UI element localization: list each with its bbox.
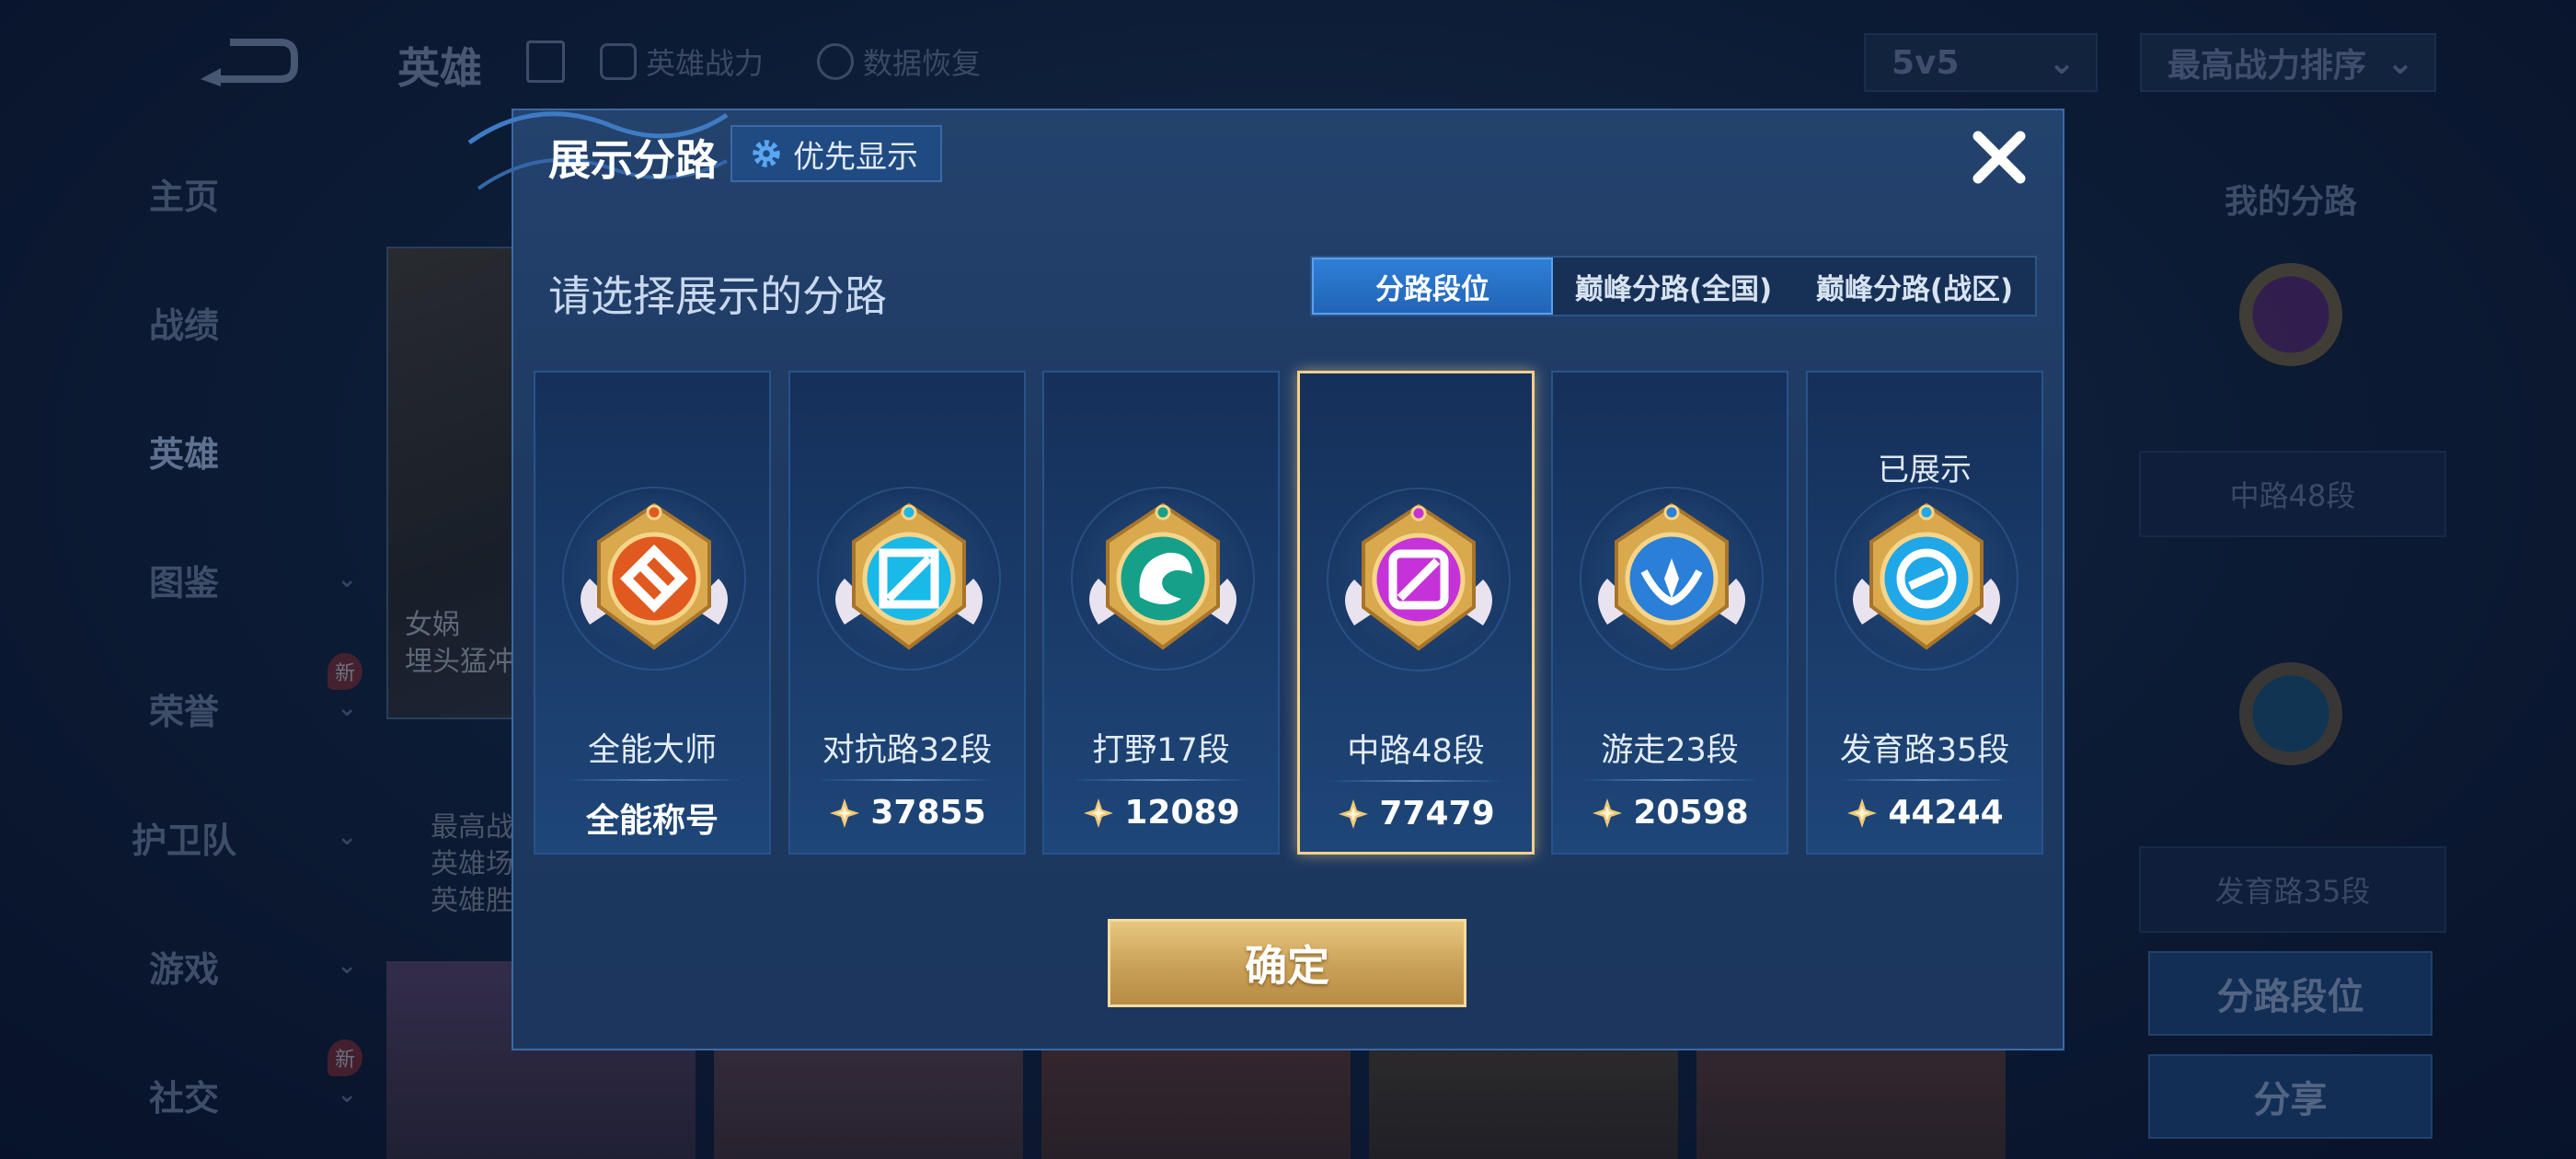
dialog-subtitle: 请选择展示的分路 (548, 271, 887, 321)
divider (1328, 780, 1504, 782)
lane-tabs: 分路段位 巅峰分路(全国) 巅峰分路(战区) (1310, 256, 2037, 316)
lane-card-list: 全能大师 全能称号 对抗路32段 37855 打野17段 12089 中路48段 77479 游… (534, 371, 2043, 855)
lane-score-value: 全能称号 (585, 802, 719, 840)
power-star-icon (1847, 798, 1878, 828)
lane-card-clash[interactable]: 对抗路32段 37855 (788, 371, 1026, 855)
lane-card-farm[interactable]: 已展示发育路35段 44244 (1806, 371, 2043, 855)
tab-lane-rank[interactable]: 分路段位 (1312, 258, 1553, 315)
lane-name: 游走23段 (1601, 732, 1739, 769)
lane-score: 20598 (1553, 794, 1787, 832)
lane-score: 37855 (790, 794, 1024, 832)
close-icon (1972, 131, 2026, 184)
lane-card-allround[interactable]: 全能大师 全能称号 (534, 371, 771, 855)
lane-name: 中路48段 (1347, 733, 1485, 770)
lane-name: 对抗路32段 (822, 732, 993, 769)
farm-medal-icon (1853, 502, 2000, 650)
divider (1581, 779, 1759, 781)
power-star-icon (1593, 798, 1623, 828)
tab-peak-national[interactable]: 巅峰分路(全国) (1553, 258, 1794, 315)
shown-label: 已展示 (1878, 452, 1972, 488)
lane-score-value: 20598 (1633, 794, 1749, 832)
power-star-icon (830, 798, 860, 828)
close-button[interactable] (1965, 123, 2033, 191)
mid-medal-icon (1345, 503, 1492, 651)
power-star-icon (1339, 798, 1369, 829)
lane-card-mid[interactable]: 中路48段 77479 (1297, 371, 1535, 855)
lane-score-value: 12089 (1124, 794, 1240, 832)
lane-card-roam[interactable]: 游走23段 20598 (1551, 371, 1788, 855)
allround-medal-icon (581, 502, 728, 650)
lane-score: 77479 (1300, 795, 1532, 832)
lane-score-value: 77479 (1379, 795, 1495, 832)
priority-display-label: 优先显示 (793, 138, 918, 176)
gear-icon (753, 140, 780, 167)
divider (1072, 779, 1250, 781)
confirm-button[interactable]: 确定 (1108, 919, 1466, 1007)
divider (1835, 779, 2014, 781)
lane-score: 12089 (1044, 794, 1278, 832)
jungle-medal-icon (1089, 502, 1236, 650)
lane-card-jungle[interactable]: 打野17段 12089 (1042, 371, 1280, 855)
dialog-title: 展示分路 (548, 135, 718, 185)
lane-score: 44244 (1808, 794, 2041, 832)
clash-medal-icon (835, 502, 983, 650)
lane-name: 打野17段 (1092, 732, 1230, 769)
divider (818, 779, 996, 781)
lane-name: 全能大师 (587, 732, 717, 769)
lane-score-value: 44244 (1888, 794, 2004, 832)
divider (563, 779, 742, 781)
roam-medal-icon (1598, 502, 1745, 650)
lane-name: 发育路35段 (1839, 732, 2010, 769)
priority-display-button[interactable]: 优先显示 (730, 125, 942, 182)
lane-score: 全能称号 (535, 794, 769, 842)
tab-peak-region[interactable]: 巅峰分路(战区) (1794, 258, 2035, 315)
power-star-icon (1084, 798, 1114, 828)
lane-score-value: 37855 (870, 794, 986, 832)
